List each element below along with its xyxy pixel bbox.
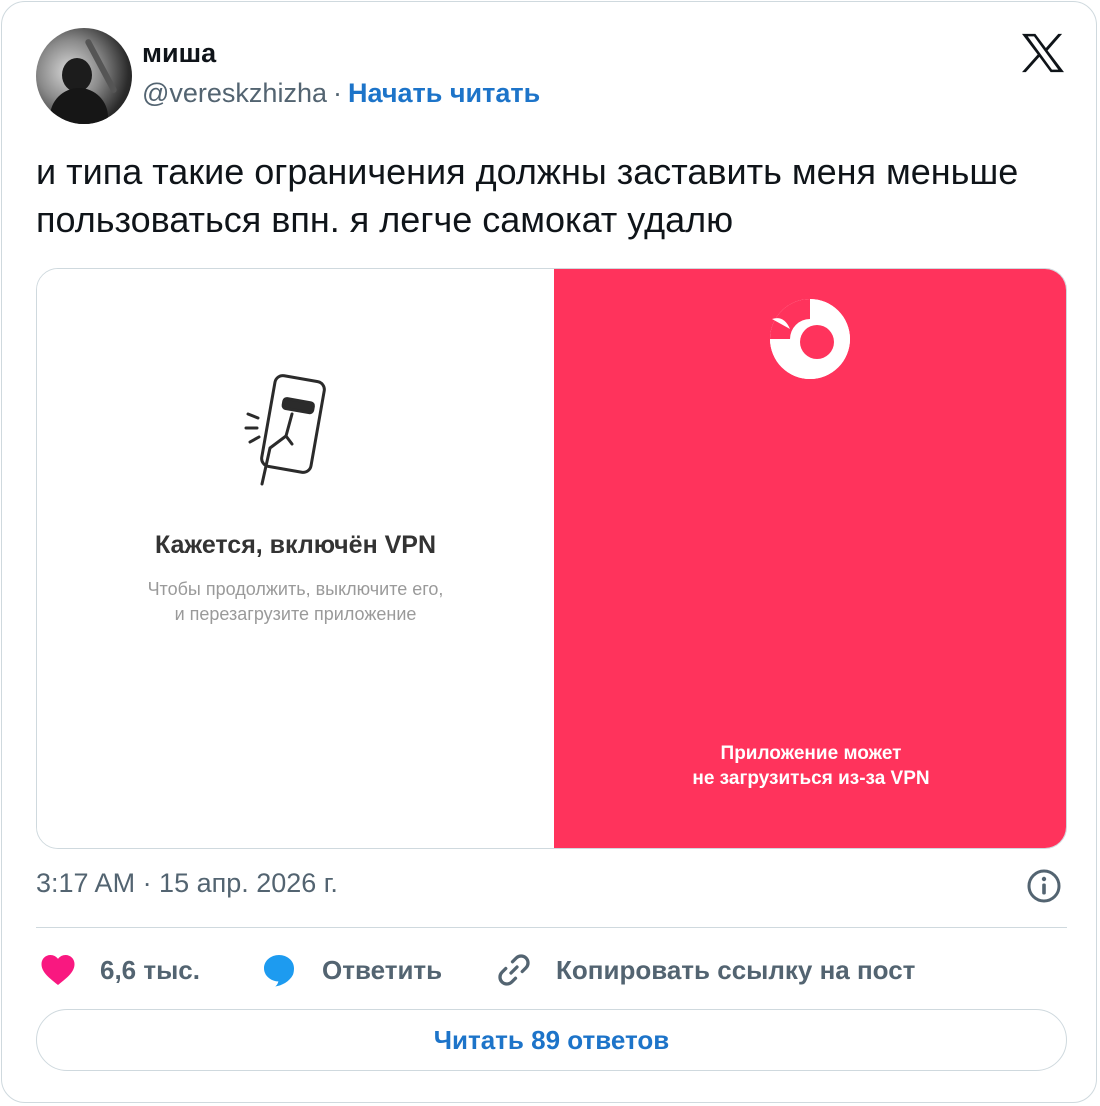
- copy-link-button[interactable]: Копировать ссылку на пост: [496, 947, 915, 993]
- tweet-media[interactable]: Кажется, включён VPN Чтобы продолжить, в…: [36, 268, 1067, 849]
- app-loading-panel: Приложение может не загрузиться из-за VP…: [554, 269, 1066, 848]
- like-count: 6,6 тыс.: [100, 954, 200, 985]
- avatar-detail: [62, 58, 92, 92]
- app-loading-message-line: Приложение может: [720, 743, 902, 764]
- x-logo-icon[interactable]: [1020, 32, 1066, 74]
- reply-bubble-icon: [264, 955, 294, 987]
- app-loading-message-line: не загрузиться из-за VPN: [692, 768, 930, 789]
- avatar[interactable]: [36, 28, 132, 124]
- author-meta: @vereskzhizha · Начать читать: [142, 78, 540, 109]
- tweet-card: миша @vereskzhizha · Начать читать и типа …: [1, 1, 1097, 1103]
- vpn-warning-subtitle-line: и перезагрузите приложение: [174, 604, 417, 624]
- vpn-warning-panel: Кажется, включён VPN Чтобы продолжить, в…: [37, 269, 554, 848]
- reply-label: Ответить: [322, 954, 443, 985]
- read-replies-button[interactable]: Читать 89 ответов: [36, 1009, 1067, 1071]
- meta-separator: ·: [332, 78, 342, 108]
- follow-link[interactable]: Начать читать: [348, 78, 540, 108]
- info-icon[interactable]: [1026, 868, 1062, 904]
- tweet-timestamp[interactable]: 3:17 AM · 15 апр. 2026 г.: [36, 868, 338, 899]
- reply-button[interactable]: Ответить: [260, 947, 442, 993]
- copy-link-label: Копировать ссылку на пост: [556, 954, 916, 985]
- divider: [36, 927, 1067, 928]
- vpn-warning-subtitle: Чтобы продолжить, выключите его, и перез…: [37, 577, 554, 627]
- like-button[interactable]: 6,6 тыс.: [40, 947, 200, 993]
- author-handle[interactable]: @vereskzhizha: [142, 78, 327, 108]
- tweet-text: и типа такие ограничения должны заставит…: [36, 151, 1019, 240]
- author-name[interactable]: миша: [142, 38, 216, 69]
- avatar-detail: [50, 88, 108, 124]
- app-logo-icon: [770, 299, 850, 379]
- vpn-warning-subtitle-line: Чтобы продолжить, выключите его,: [147, 579, 444, 599]
- action-bar: 6,6 тыс. Ответить Копировать ссылку на п…: [36, 947, 1067, 993]
- vpn-warning-title: Кажется, включён VPN: [154, 531, 437, 559]
- heart-icon: [41, 955, 75, 985]
- link-icon: [498, 954, 530, 986]
- phone-illustration-icon: [244, 374, 326, 486]
- app-loading-message: Приложение может не загрузиться из-за VP…: [554, 741, 1066, 791]
